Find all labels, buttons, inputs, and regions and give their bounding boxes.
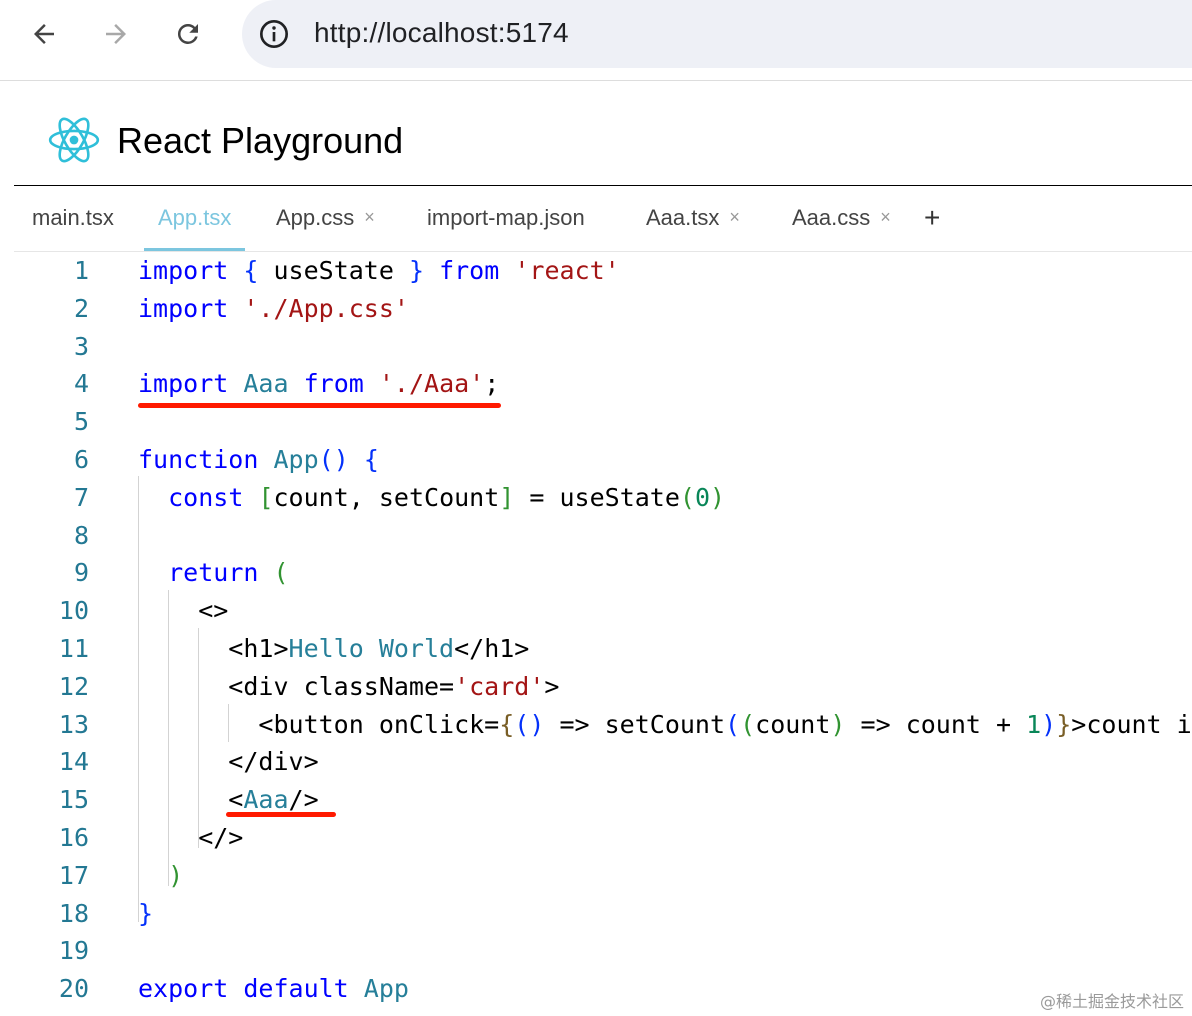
line-number: 10	[58, 596, 89, 625]
code-line: 10 <>	[0, 592, 1192, 630]
tab-import-map-json[interactable]: import-map.json	[427, 205, 585, 251]
line-code: import './App.css'	[138, 294, 409, 323]
browser-toolbar: http://localhost:5174	[0, 0, 1192, 81]
code-line: 2 import './App.css'	[0, 290, 1192, 328]
tab-label: Aaa.css	[792, 205, 871, 230]
reload-icon	[177, 23, 198, 44]
line-code: </div>	[138, 747, 319, 776]
code-line: 7 const [count, setCount] = useState(0)	[0, 479, 1192, 517]
line-code: )	[168, 861, 184, 890]
file-tab-bar: main.tsx App.tsx App.css × import-map.jso…	[14, 186, 1192, 252]
line-code: import { useState } from 'react'	[138, 256, 620, 285]
code-line: 13 <button onClick={() => setCount((coun…	[0, 706, 1192, 744]
line-number: 3	[73, 332, 89, 361]
tab-label: App.tsx	[158, 205, 232, 230]
code-line: 20 export default App	[0, 970, 1192, 1008]
code-line: 3	[0, 328, 1192, 366]
code-line: 18}	[0, 895, 1192, 933]
line-number: 12	[58, 672, 89, 701]
code-line: 12 <div className='card'>	[0, 668, 1192, 706]
back-arrow-icon	[34, 24, 54, 44]
tab-app-css[interactable]: App.css ×	[276, 205, 375, 251]
line-number: 5	[73, 407, 89, 436]
app-header: React Playground	[14, 82, 1192, 186]
code-editor[interactable]: 1 import { useState } from 'react' 2 impor…	[0, 252, 1192, 1016]
line-code: export default App	[138, 974, 409, 1003]
code-line: 17 )	[0, 857, 1192, 895]
watermark: @稀土掘金技术社区	[1039, 992, 1184, 1011]
tab-label: Aaa.tsx	[646, 205, 720, 230]
react-logo-icon	[48, 117, 100, 163]
code-line: 14 </div>	[0, 743, 1192, 781]
line-number: 7	[73, 483, 89, 512]
code-line: 9 return (	[0, 554, 1192, 592]
tab-main-tsx[interactable]: main.tsx	[32, 205, 114, 251]
close-icon[interactable]: ×	[729, 207, 740, 227]
annotation-underline-aaa	[226, 812, 336, 817]
line-code: </>	[138, 823, 244, 852]
code-line: 1 import { useState } from 'react'	[0, 252, 1192, 290]
line-code: <>	[138, 596, 229, 625]
reload-button[interactable]	[168, 14, 208, 54]
info-icon[interactable]	[258, 18, 290, 50]
line-number: 14	[58, 747, 89, 776]
line-number: 20	[58, 974, 89, 1003]
close-icon[interactable]: ×	[364, 207, 375, 227]
tab-aaa-tsx[interactable]: Aaa.tsx ×	[646, 205, 740, 251]
line-number: 19	[58, 936, 89, 965]
back-button[interactable]	[24, 14, 64, 54]
line-code: return (	[168, 558, 289, 587]
code-line: 16 </>	[0, 819, 1192, 857]
line-code: <Aaa/>	[138, 785, 319, 814]
line-number: 18	[58, 899, 89, 928]
tab-label: main.tsx	[32, 205, 114, 230]
url-text[interactable]: http://localhost:5174	[314, 17, 569, 49]
forward-arrow-icon	[106, 24, 126, 44]
line-code: const [count, setCount] = useState(0)	[168, 483, 726, 512]
code-line: 5	[0, 403, 1192, 441]
tab-label: import-map.json	[427, 205, 585, 230]
line-number: 13	[58, 710, 89, 739]
line-code: import Aaa from './Aaa';	[138, 369, 500, 398]
line-number: 1	[73, 256, 89, 285]
line-number: 9	[73, 558, 89, 587]
line-code: <h1>Hello World</h1>	[138, 634, 530, 663]
code-line: 4 import Aaa from './Aaa';	[0, 365, 1192, 403]
line-number: 6	[73, 445, 89, 474]
line-number: 17	[58, 861, 89, 890]
forward-button[interactable]	[96, 14, 136, 54]
line-code: <button onClick={() => setCount((count) …	[138, 710, 1192, 739]
line-number: 4	[73, 369, 89, 398]
line-code: <div className='card'>	[138, 672, 560, 701]
line-number: 2	[73, 294, 89, 323]
code-line: 6 function App() {	[0, 441, 1192, 479]
close-icon[interactable]: ×	[880, 207, 891, 227]
line-number: 8	[73, 521, 89, 550]
code-line: 11 <h1>Hello World</h1>	[0, 630, 1192, 668]
code-line: 15 <Aaa/>	[0, 781, 1192, 819]
tab-aaa-css[interactable]: Aaa.css ×	[792, 205, 891, 251]
line-number: 15	[58, 785, 89, 814]
code-line: 19	[0, 932, 1192, 970]
line-code: }	[138, 899, 154, 928]
line-number: 11	[58, 634, 89, 663]
tab-label: App.css	[276, 205, 355, 230]
annotation-underline-import	[138, 403, 501, 408]
tab-app-tsx[interactable]: App.tsx	[144, 205, 246, 251]
add-tab-button[interactable]: +	[924, 202, 940, 234]
app-title: React Playground	[117, 120, 404, 161]
line-number: 16	[58, 823, 89, 852]
code-line: 8	[0, 517, 1192, 555]
line-code: function App() {	[138, 445, 379, 474]
